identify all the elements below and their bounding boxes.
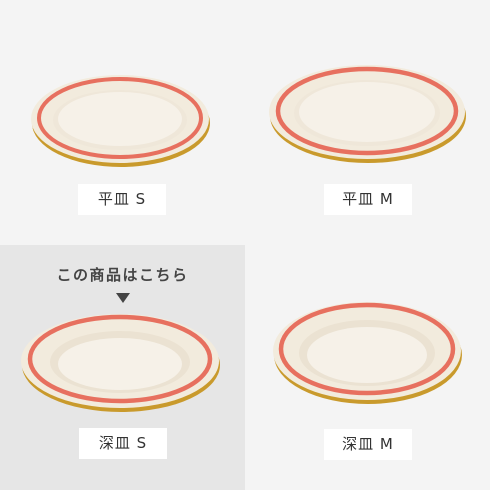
product-label: 深皿 S	[79, 428, 167, 459]
product-tile-deep-m[interactable]: 深皿 M	[245, 245, 490, 490]
product-tile-deep-s[interactable]: この商品はこちら 深皿 S	[0, 245, 245, 490]
product-tile-flat-s[interactable]: 平皿 S	[0, 0, 245, 245]
product-label: 平皿 S	[78, 184, 166, 215]
product-label: 深皿 M	[324, 429, 412, 460]
product-label: 平皿 M	[324, 184, 412, 215]
product-tile-flat-m[interactable]: 平皿 M	[245, 0, 490, 245]
